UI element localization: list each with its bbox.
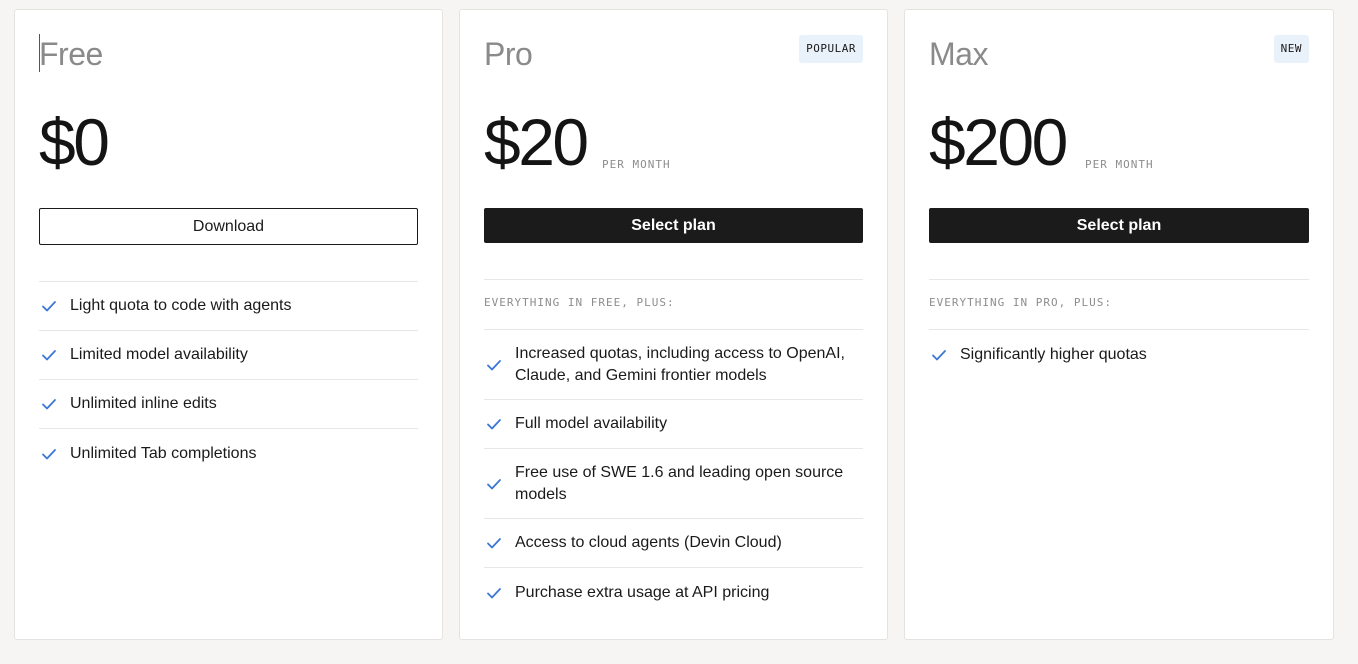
plan-name: Free (39, 36, 103, 72)
pricing-plans: Free $0 Download Light quota to code wit… (0, 0, 1358, 664)
feature-text: Free use of SWE 1.6 and leading open sou… (515, 463, 844, 503)
check-icon (42, 350, 56, 361)
check-icon (487, 538, 501, 549)
feature-item: Free use of SWE 1.6 and leading open sou… (484, 449, 863, 519)
price-period: PER MONTH (602, 158, 671, 171)
select-plan-button[interactable]: Select plan (484, 208, 863, 243)
feature-list: Light quota to code with agents Limited … (39, 282, 418, 478)
feature-item: Purchase extra usage at API pricing (484, 568, 863, 617)
price-row: $200 PER MONTH (929, 104, 1309, 184)
feature-item: Limited model availability (39, 331, 418, 380)
divider (929, 279, 1309, 280)
plan-card-max: Max NEW $200 PER MONTH Select plan EVERY… (904, 9, 1334, 640)
download-button[interactable]: Download (39, 208, 418, 245)
plan-price: $200 (929, 105, 1068, 179)
plan-includes-label: EVERYTHING IN PRO, PLUS: (929, 296, 1112, 309)
feature-item: Light quota to code with agents (39, 282, 418, 331)
check-icon (487, 478, 501, 489)
feature-text: Increased quotas, including access to Op… (515, 344, 845, 384)
feature-item: Full model availability (484, 400, 863, 449)
feature-text: Unlimited inline edits (70, 395, 217, 412)
feature-item: Unlimited inline edits (39, 380, 418, 429)
feature-text: Full model availability (515, 415, 668, 432)
check-icon (487, 587, 501, 598)
feature-text: Unlimited Tab completions (70, 444, 257, 462)
feature-item: Access to cloud agents (Devin Cloud) (484, 519, 863, 568)
feature-text: Access to cloud agents (Devin Cloud) (515, 534, 782, 551)
check-icon (487, 359, 501, 370)
feature-list: Increased quotas, including access to Op… (484, 330, 863, 617)
plan-card-free: Free $0 Download Light quota to code wit… (14, 9, 443, 640)
feature-text: Purchase extra usage at API pricing (515, 583, 770, 601)
plan-includes-label: EVERYTHING IN FREE, PLUS: (484, 296, 675, 309)
price-period: PER MONTH (1085, 158, 1154, 171)
plan-price: $0 (39, 105, 110, 179)
check-icon (42, 399, 56, 410)
feature-text: Light quota to code with agents (70, 297, 292, 314)
feature-text: Limited model availability (70, 346, 248, 363)
check-icon (42, 301, 56, 312)
feature-text: Significantly higher quotas (960, 345, 1147, 363)
popular-badge: POPULAR (799, 35, 863, 63)
check-icon (932, 349, 946, 360)
feature-item: Increased quotas, including access to Op… (484, 330, 863, 400)
check-icon (42, 448, 56, 459)
feature-item: Significantly higher quotas (929, 330, 1309, 379)
feature-list: Significantly higher quotas (929, 330, 1309, 379)
divider (484, 279, 863, 280)
new-badge: NEW (1273, 35, 1309, 63)
plan-name: Max (929, 36, 988, 72)
plan-price: $20 (484, 105, 589, 179)
check-icon (487, 419, 501, 430)
select-plan-button[interactable]: Select plan (929, 208, 1309, 243)
price-row: $0 (39, 104, 418, 184)
feature-item: Unlimited Tab completions (39, 429, 418, 478)
plan-name: Pro (484, 36, 533, 72)
plan-card-pro: Pro POPULAR $20 PER MONTH Select plan EV… (459, 9, 888, 640)
price-row: $20 PER MONTH (484, 104, 863, 184)
